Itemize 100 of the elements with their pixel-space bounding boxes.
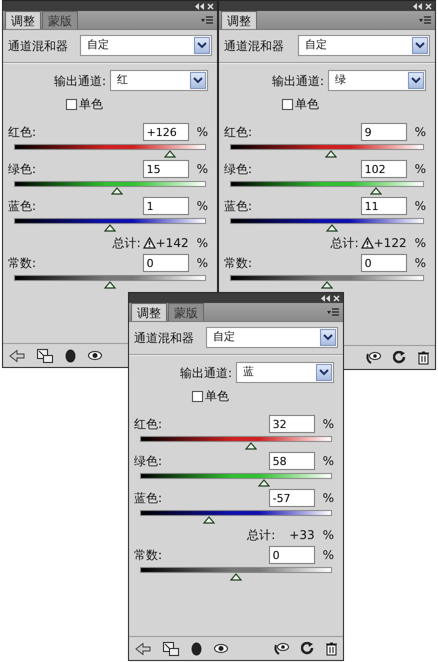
view-previous-icon[interactable]	[365, 350, 381, 364]
total-value: +122	[374, 235, 407, 252]
total-label: 总计:	[247, 527, 276, 544]
slider-track[interactable]	[230, 275, 424, 281]
value-field[interactable]: 1	[142, 197, 189, 215]
value-field[interactable]: 102	[360, 160, 407, 178]
field-label: 输出通道:	[180, 364, 232, 382]
checkbox-label: 单色	[205, 388, 229, 405]
output-channel-dropdown[interactable]: 红	[110, 70, 208, 91]
slider-track[interactable]	[230, 181, 424, 187]
value-field[interactable]: 32	[268, 415, 315, 433]
back-arrow-icon[interactable]	[9, 350, 25, 362]
preset-dropdown[interactable]: 自定	[298, 35, 430, 56]
field-label: 蓝色:	[8, 198, 36, 215]
panel-tab[interactable]: 调整	[221, 11, 257, 29]
output-channel-dropdown[interactable]: 绿	[328, 70, 426, 91]
unit-label: %	[322, 453, 334, 470]
field-label: 通道混和器	[134, 330, 194, 346]
slider-track[interactable]	[14, 144, 206, 150]
unit-label: %	[414, 198, 426, 215]
close-icon[interactable]	[207, 2, 214, 10]
field-label: 红色:	[8, 124, 36, 141]
panel-menu-icon[interactable]	[327, 308, 339, 316]
checkbox-label: 单色	[295, 96, 319, 113]
unit-label: %	[196, 161, 208, 178]
view-previous-icon[interactable]	[273, 642, 289, 656]
reset-icon[interactable]	[393, 351, 406, 364]
mask-icon[interactable]	[65, 348, 76, 362]
unit-label: %	[196, 255, 208, 272]
panel-tab[interactable]: 调整	[5, 11, 41, 29]
field-label: 红色:	[134, 416, 162, 433]
value-field[interactable]: 0	[142, 254, 189, 272]
trash-icon[interactable]	[326, 642, 337, 656]
panel-tab[interactable]: 蒙版	[42, 11, 78, 29]
trash-icon[interactable]	[418, 350, 429, 364]
value-field[interactable]: 9	[360, 123, 407, 141]
checkbox[interactable]	[192, 390, 203, 402]
preset-dropdown[interactable]: 自定	[80, 35, 212, 56]
chevron-down-icon	[197, 42, 207, 49]
value-field[interactable]: 0	[360, 254, 407, 272]
field-label: 输出通道:	[54, 72, 106, 90]
unit-label: %	[322, 490, 334, 507]
resize-icon[interactable]	[163, 642, 179, 656]
checkbox-label: 单色	[79, 96, 103, 113]
slider-track[interactable]	[230, 144, 424, 150]
slider-track[interactable]	[140, 510, 332, 516]
field-label: 绿色:	[224, 161, 252, 178]
slider-track[interactable]	[140, 436, 332, 442]
value-field[interactable]: 15	[142, 160, 189, 178]
checkbox[interactable]	[66, 98, 77, 110]
value-field[interactable]: 11	[360, 197, 407, 215]
slider-track[interactable]	[14, 181, 206, 187]
chevron-down-icon	[319, 369, 329, 376]
field-label: 蓝色:	[134, 490, 162, 507]
slider-track[interactable]	[140, 567, 332, 573]
slider-track[interactable]	[140, 473, 332, 479]
field-label: 常数:	[8, 255, 36, 272]
unit-label: %	[414, 235, 426, 252]
total-value: +142	[156, 235, 189, 252]
slider-track[interactable]	[14, 218, 206, 224]
unit-label: %	[414, 124, 426, 141]
checkbox[interactable]	[282, 98, 293, 110]
unit-label: %	[322, 547, 334, 564]
chevron-down-icon	[415, 42, 425, 49]
chevron-down-icon	[193, 77, 203, 84]
field-label: 绿色:	[8, 161, 36, 178]
field-label: 输出通道:	[272, 72, 324, 90]
eye-icon[interactable]	[214, 644, 228, 653]
panel-tab[interactable]: 蒙版	[168, 303, 204, 321]
panel-menu-icon[interactable]	[201, 16, 213, 24]
close-icon[interactable]	[333, 294, 340, 302]
value-field[interactable]: 58	[268, 452, 315, 470]
total-value: +33	[289, 527, 315, 544]
output-channel-dropdown[interactable]: 蓝	[236, 362, 334, 383]
back-arrow-icon[interactable]	[135, 642, 151, 654]
reset-icon[interactable]	[301, 642, 314, 655]
chevron-down-icon	[323, 334, 333, 341]
value-field[interactable]: 0	[268, 546, 315, 564]
panel-menu-icon[interactable]	[419, 16, 431, 24]
panel-tab[interactable]: 调整	[131, 303, 167, 321]
unit-label: %	[414, 255, 426, 272]
slider-track[interactable]	[14, 275, 206, 281]
total-label: 总计:	[330, 235, 359, 252]
slider-track[interactable]	[230, 218, 424, 224]
unit-label: %	[414, 161, 426, 178]
field-label: 蓝色:	[224, 198, 252, 215]
value-field[interactable]: +126	[142, 123, 189, 141]
field-label: 通道混和器	[8, 38, 68, 54]
resize-icon[interactable]	[37, 348, 53, 362]
preset-dropdown[interactable]: 自定	[206, 327, 338, 348]
field-label: 常数:	[134, 547, 162, 564]
unit-label: %	[196, 124, 208, 141]
total-label: 总计:	[112, 235, 141, 252]
mask-icon[interactable]	[191, 642, 202, 656]
unit-label: %	[196, 235, 208, 252]
field-label: 常数:	[224, 255, 252, 272]
unit-label: %	[322, 527, 334, 544]
eye-icon[interactable]	[88, 351, 102, 360]
value-field[interactable]: -57	[268, 489, 315, 507]
close-icon[interactable]	[425, 2, 432, 10]
